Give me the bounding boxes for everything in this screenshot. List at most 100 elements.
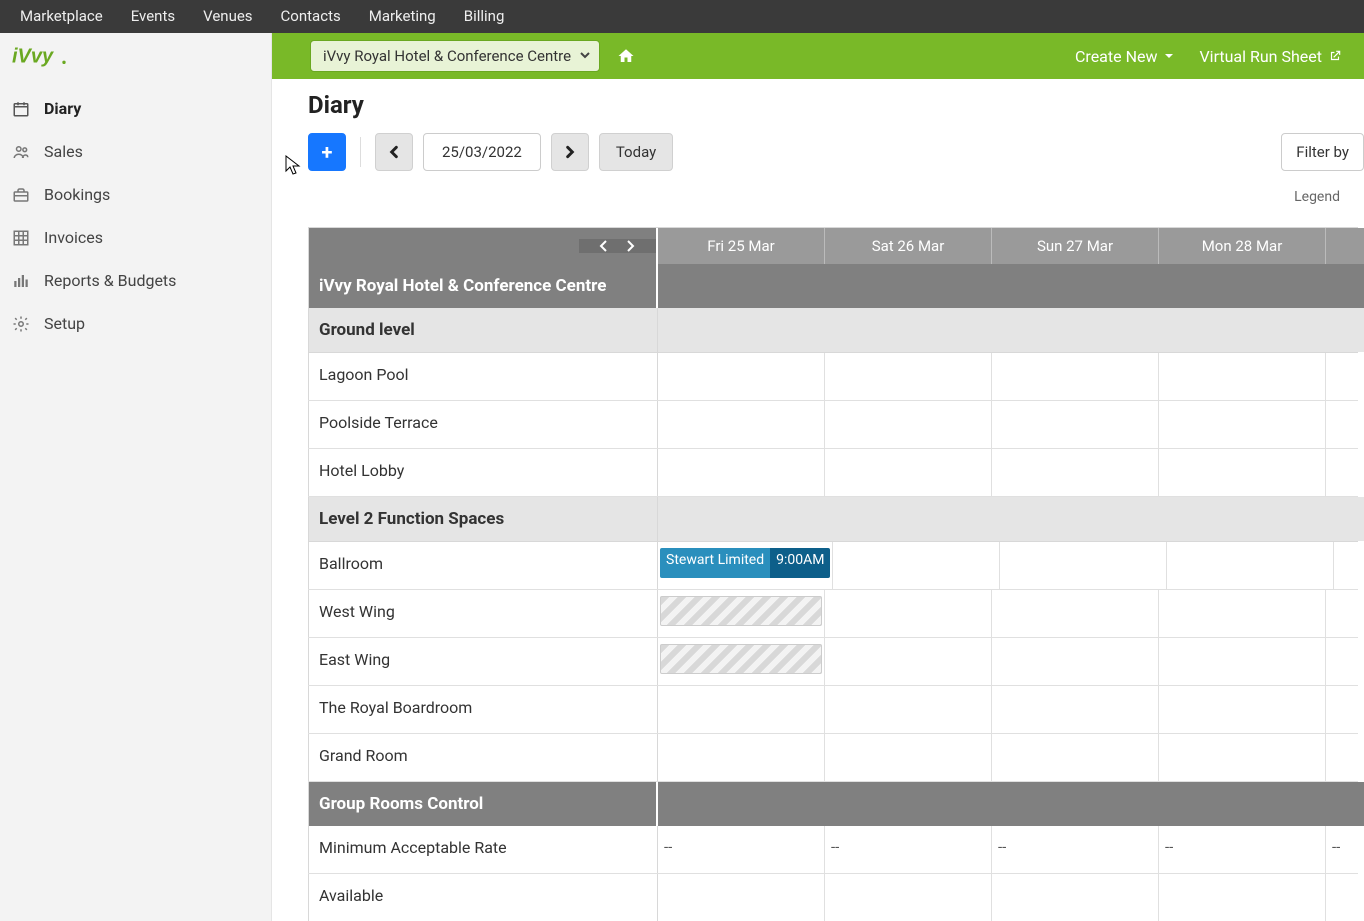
topnav-billing[interactable]: Billing <box>450 0 519 33</box>
create-new-button[interactable]: Create New <box>1075 47 1175 66</box>
chevron-down-icon <box>579 47 591 65</box>
booking-block[interactable]: Stewart Limited9:00AM <box>660 548 830 578</box>
diary-cell[interactable] <box>658 449 825 496</box>
diary-cell[interactable] <box>825 734 992 781</box>
diary-cell[interactable] <box>658 874 825 921</box>
diary-cell[interactable] <box>825 874 992 921</box>
diary-cell[interactable]: -- <box>825 826 992 873</box>
prev-date-button[interactable] <box>375 133 413 171</box>
day-header[interactable]: Mon 28 Mar <box>1159 228 1326 264</box>
day-header[interactable]: Sun 27 Mar <box>992 228 1159 264</box>
diary-cell[interactable] <box>992 874 1159 921</box>
diary-cell[interactable] <box>1159 353 1326 400</box>
date-picker[interactable]: 25/03/2022 <box>423 133 541 171</box>
diary-cell[interactable] <box>658 353 825 400</box>
sidebar-item-setup[interactable]: Setup <box>0 302 271 345</box>
diary-cell[interactable] <box>1159 401 1326 448</box>
diary-cell <box>992 497 1159 541</box>
diary-cell[interactable]: -- <box>992 826 1159 873</box>
diary-cell[interactable] <box>1000 542 1167 589</box>
add-button[interactable]: + <box>308 133 346 171</box>
row-label[interactable]: Poolside Terrace <box>308 401 658 448</box>
diary-cell[interactable] <box>992 353 1159 400</box>
row-label[interactable]: Lagoon Pool <box>308 353 658 400</box>
diary-cell[interactable]: Stewart Limited9:00AM <box>658 542 833 589</box>
chevron-left-icon[interactable] <box>598 239 610 253</box>
diary-cell[interactable] <box>1326 874 1364 921</box>
diary-cell <box>1326 782 1364 826</box>
home-button[interactable] <box>612 42 640 70</box>
diary-cell[interactable] <box>1159 638 1326 685</box>
diary-cell[interactable]: -- <box>1326 826 1364 873</box>
diary-cell[interactable] <box>1326 353 1364 400</box>
diary-cell[interactable] <box>992 638 1159 685</box>
row-label: Ground level <box>308 308 658 352</box>
diary-cell[interactable] <box>1326 590 1364 637</box>
diary-row: The Royal Boardroom <box>308 686 1358 734</box>
diary-cell <box>992 264 1159 308</box>
filter-by-button[interactable]: Filter by <box>1281 133 1364 171</box>
diary-cell[interactable] <box>658 686 825 733</box>
diary-cell[interactable] <box>825 449 992 496</box>
venue-selector[interactable]: iVvy Royal Hotel & Conference Centre <box>310 40 600 72</box>
caret-down-icon <box>1163 50 1175 62</box>
row-label[interactable]: Ballroom <box>308 542 658 589</box>
blocked-slot[interactable] <box>660 596 822 626</box>
diary-cell[interactable] <box>992 734 1159 781</box>
row-label[interactable]: Grand Room <box>308 734 658 781</box>
diary-cell[interactable] <box>658 638 825 685</box>
sidebar-item-invoices[interactable]: Invoices <box>0 216 271 259</box>
topnav-events[interactable]: Events <box>117 0 189 33</box>
diary-cell[interactable] <box>825 401 992 448</box>
chevron-right-icon[interactable] <box>624 239 636 253</box>
diary-cell[interactable] <box>992 401 1159 448</box>
row-label[interactable]: Hotel Lobby <box>308 449 658 496</box>
day-header[interactable]: Fri 25 Mar <box>658 228 825 264</box>
diary-cell[interactable] <box>992 590 1159 637</box>
diary-cell[interactable] <box>1326 686 1364 733</box>
diary-cell[interactable] <box>1167 542 1334 589</box>
diary-cell[interactable] <box>1326 734 1364 781</box>
diary-cell[interactable] <box>1159 874 1326 921</box>
legend-link[interactable]: Legend <box>308 189 1364 205</box>
sidebar-item-sales[interactable]: Sales <box>0 130 271 173</box>
topnav-contacts[interactable]: Contacts <box>267 0 355 33</box>
diary-cell[interactable] <box>825 686 992 733</box>
diary-cell[interactable]: -- <box>1159 826 1326 873</box>
diary-cell[interactable] <box>658 734 825 781</box>
diary-cell[interactable] <box>1159 734 1326 781</box>
diary-cell[interactable] <box>833 542 1000 589</box>
diary-cell[interactable] <box>1159 686 1326 733</box>
diary-cell[interactable]: -- <box>658 826 825 873</box>
today-button[interactable]: Today <box>599 133 673 171</box>
row-label[interactable]: West Wing <box>308 590 658 637</box>
sidebar-item-diary[interactable]: Diary <box>0 87 271 130</box>
sidebar-item-bookings[interactable]: Bookings <box>0 173 271 216</box>
diary-row: Poolside Terrace <box>308 401 1358 449</box>
blocked-slot[interactable] <box>660 644 822 674</box>
topnav-marketing[interactable]: Marketing <box>355 0 450 33</box>
sidebar-item-reports-budgets[interactable]: Reports & Budgets <box>0 259 271 302</box>
diary-cell[interactable] <box>992 686 1159 733</box>
row-label[interactable]: The Royal Boardroom <box>308 686 658 733</box>
topnav-venues[interactable]: Venues <box>189 0 266 33</box>
diary-cell[interactable] <box>1159 449 1326 496</box>
diary-cell[interactable] <box>1326 401 1364 448</box>
diary-cell[interactable] <box>1334 542 1364 589</box>
day-header[interactable]: Sat 26 Mar <box>825 228 992 264</box>
diary-cell[interactable] <box>658 590 825 637</box>
diary-cell[interactable] <box>825 353 992 400</box>
diary-cell[interactable] <box>1159 590 1326 637</box>
diary-cell[interactable] <box>1326 638 1364 685</box>
diary-cell[interactable] <box>825 590 992 637</box>
row-label[interactable]: East Wing <box>308 638 658 685</box>
diary-cell[interactable] <box>658 401 825 448</box>
diary-cell[interactable] <box>1326 449 1364 496</box>
next-date-button[interactable] <box>551 133 589 171</box>
diary-row: Hotel Lobby <box>308 449 1358 497</box>
diary-cell[interactable] <box>825 638 992 685</box>
day-header[interactable] <box>1326 228 1364 264</box>
diary-cell[interactable] <box>992 449 1159 496</box>
virtual-run-sheet-button[interactable]: Virtual Run Sheet <box>1199 47 1342 66</box>
topnav-marketplace[interactable]: Marketplace <box>6 0 117 33</box>
